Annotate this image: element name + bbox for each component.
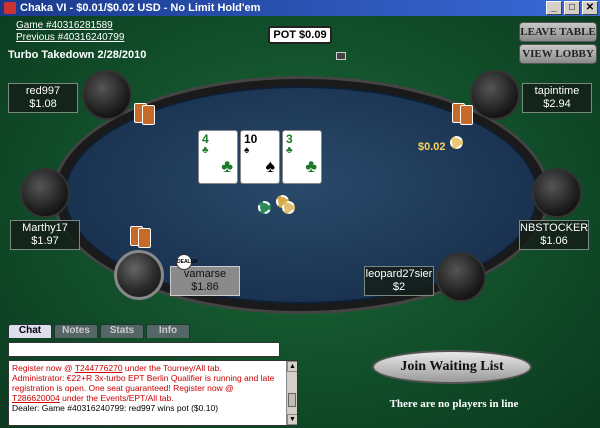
chat-input[interactable] [8,342,280,357]
tab-info[interactable]: Info [146,324,190,338]
card-rank: 10 [244,132,258,146]
tab-stats[interactable]: Stats [100,324,144,338]
maximize-button[interactable]: □ [564,1,580,15]
bet-chip-icon [450,136,463,149]
view-lobby-button[interactable]: VIEW LOBBY [519,44,597,64]
board-card: 10 ♠ ♠ [240,130,280,184]
pot-chip-icon [258,201,271,214]
chat-message: Register now @ T244776270 under the Tour… [12,363,283,373]
player-nameplate: NBSTOCKER $1.06 [519,220,589,250]
club-suit-icon: ♣ [286,145,293,156]
board-card: 4 ♣ ♣ [198,130,238,184]
chat-text: under the Events/EPT/All tab. [59,393,174,403]
tournament-link[interactable]: T286620004 [12,393,60,403]
hero-nameplate: vamarse $1.86 [170,266,240,296]
player-stack: $1.08 [29,98,57,110]
hole-card-back [138,228,151,248]
player-bet-amount: $0.02 [418,141,446,153]
game-id-link[interactable]: Game #40316281589 [16,20,113,31]
player-nameplate: Marthy17 $1.97 [10,220,80,250]
close-button[interactable]: ✕ [582,1,598,15]
chat-scrollbar[interactable]: ▲ ▼ [286,361,297,425]
player-name: red997 [25,85,61,97]
club-suit-icon: ♣ [305,156,317,176]
club-suit-icon: ♣ [221,156,233,176]
player-stack: $1.97 [31,235,59,247]
spade-suit-icon: ♠ [265,156,275,176]
pot-display: POT $0.09 [268,26,332,44]
player-name: tapintime [534,85,580,97]
seat-tapintime[interactable] [470,70,520,120]
scroll-thumb[interactable] [288,393,296,407]
tab-chat[interactable]: Chat [8,324,52,338]
hole-card-back [460,105,473,125]
waiting-list-status: There are no players in line [389,398,519,410]
chat-text: Administrator: €22+R 3x-turbo EPT Berlin… [12,373,275,393]
player-name: vamarse [183,268,227,280]
player-stack: $1.06 [540,235,568,247]
pot-chip-icon [282,201,295,214]
seat-nbstocker[interactable] [532,168,582,218]
player-nameplate: tapintime $2.94 [522,83,592,113]
player-name: Marthy17 [22,222,68,234]
board-card: 3 ♣ ♣ [282,130,322,184]
tournament-link[interactable]: T244776270 [75,363,123,373]
card-rank: 3 [286,132,293,146]
join-waiting-list-button[interactable]: Join Waiting List [372,350,532,384]
player-stack: $2.94 [543,98,571,110]
chat-text: under the Tourney/All tab. [122,363,222,373]
app-icon [4,2,16,14]
spade-suit-icon: ♠ [244,145,250,156]
card-rank: 4 [202,132,209,146]
player-name: NBSTOCKER [520,222,589,234]
seat-red997[interactable] [82,70,132,120]
scroll-down-icon[interactable]: ▼ [287,414,297,425]
previous-game-link[interactable]: Previous #40316240799 [16,32,124,43]
seat-vamarse[interactable] [114,250,164,300]
window-titlebar: Chaka VI - $0.01/$0.02 USD - No Limit Ho… [0,0,600,16]
player-nameplate: red997 $1.08 [8,83,78,113]
hole-card-back [142,105,155,125]
chat-tabs: Chat Notes Stats Info [8,324,192,338]
dealer-button-icon: DEALER [176,254,198,270]
player-nameplate: leopard27sier $2 [364,266,434,296]
minimize-button[interactable]: _ [546,1,562,15]
chat-text: Register now @ [12,363,75,373]
leave-table-button[interactable]: LEAVE TABLE [519,22,597,42]
chat-log[interactable]: Register now @ T244776270 under the Tour… [8,360,298,426]
pot-expand-icon[interactable] [336,52,346,60]
club-suit-icon: ♣ [202,145,209,156]
tournament-label: Turbo Takedown 2/28/2010 [8,49,147,61]
player-stack: $2 [392,281,406,293]
seat-marthy17[interactable] [20,168,70,218]
chat-message: Administrator: €22+R 3x-turbo EPT Berlin… [12,373,283,403]
player-name: leopard27sier [365,268,433,280]
chat-message: Dealer: Game #40316240799: red997 wins p… [12,403,219,413]
window-title: Chaka VI - $0.01/$0.02 USD - No Limit Ho… [20,2,261,14]
tab-notes[interactable]: Notes [54,324,98,338]
scroll-up-icon[interactable]: ▲ [287,361,297,372]
player-stack: $1.86 [191,281,219,293]
seat-leopard27sier[interactable] [436,252,486,302]
